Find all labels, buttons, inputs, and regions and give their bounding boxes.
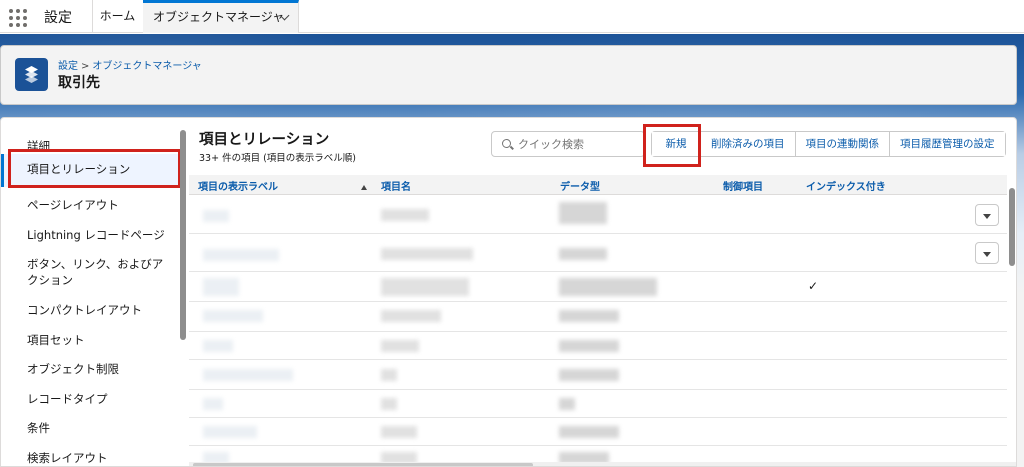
- stack-layers-icon: [15, 58, 48, 91]
- chevron-down-icon: [983, 214, 991, 219]
- table-row[interactable]: [189, 234, 1007, 272]
- field-dependencies-button[interactable]: 項目の連動関係: [795, 132, 890, 156]
- table-scrollbar[interactable]: [1009, 188, 1015, 266]
- sort-ascending-icon[interactable]: [361, 185, 368, 190]
- sidebar-item-compact-layouts[interactable]: コンパクトレイアウト: [1, 302, 179, 318]
- column-header-field-name[interactable]: 項目名: [381, 178, 411, 193]
- sidebar-item-record-types[interactable]: レコードタイプ: [1, 391, 179, 407]
- app-name: 設定: [44, 10, 72, 26]
- breadcrumb-separator: >: [81, 61, 90, 72]
- column-header-indexed[interactable]: インデックス付き: [806, 178, 886, 193]
- sidebar-item-search-layouts[interactable]: 検索レイアウト: [1, 450, 179, 466]
- app-launcher-icon[interactable]: [9, 9, 27, 27]
- table-header: 項目の表示ラベル 項目名 データ型 制御項目 インデックス付き: [189, 175, 1007, 195]
- breadcrumb: 設定 > オブジェクトマネージャ: [58, 57, 202, 72]
- sidebar-item-page-layouts[interactable]: ページレイアウト: [1, 197, 179, 213]
- sidebar-item-conditions[interactable]: 条件: [1, 420, 179, 436]
- fields-content: 項目とリレーション 33+ 件の項目 (項目の表示ラベル順) 新規 削除済みの項…: [189, 118, 1016, 466]
- quick-search[interactable]: [491, 131, 645, 157]
- table-row[interactable]: [189, 418, 1007, 446]
- highlight-box-sidebar: [8, 149, 181, 188]
- row-actions-button[interactable]: [975, 242, 999, 264]
- tab-object-manager-label: オブジェクトマネージャ: [153, 10, 285, 24]
- sidebar-item-lightning-record-pages[interactable]: Lightning レコードページ: [1, 227, 179, 243]
- column-header-data-type[interactable]: データ型: [560, 178, 600, 193]
- page-title: 取引先: [58, 75, 100, 91]
- horizontal-scrollbar[interactable]: [189, 462, 1016, 466]
- tab-object-manager[interactable]: オブジェクトマネージャ: [143, 0, 299, 33]
- chevron-down-icon: [983, 252, 991, 257]
- column-header-controlling-field[interactable]: 制御項目: [723, 178, 763, 193]
- column-header-field-label[interactable]: 項目の表示ラベル: [198, 178, 368, 193]
- horizontal-scrollbar-thumb[interactable]: [193, 463, 533, 466]
- sidebar-scrollbar[interactable]: [180, 130, 186, 340]
- global-nav: 設定 ホーム オブジェクトマネージャ: [0, 0, 1024, 33]
- action-button-group: 新規 削除済みの項目 項目の連動関係 項目履歴管理の設定: [651, 131, 1006, 157]
- section-title: 項目とリレーション: [199, 132, 330, 148]
- search-icon: [502, 139, 511, 148]
- table-row[interactable]: [189, 390, 1007, 418]
- row-actions-button[interactable]: [975, 204, 999, 226]
- tab-home[interactable]: ホーム: [92, 0, 142, 33]
- sidebar-item-buttons-links-actions-cont[interactable]: クション: [1, 272, 179, 288]
- indexed-check-icon: ✓: [808, 279, 819, 293]
- main-panel: 詳細 項目とリレーション ページレイアウト Lightning レコードページ …: [0, 117, 1017, 467]
- table-row[interactable]: [189, 302, 1007, 332]
- highlight-box-new: [643, 124, 701, 167]
- object-header: 設定 > オブジェクトマネージャ 取引先: [0, 45, 1017, 105]
- sidebar-item-buttons-links-actions[interactable]: ボタン、リンク、およびア: [1, 256, 179, 272]
- breadcrumb-setup-link[interactable]: 設定: [58, 61, 78, 72]
- object-sidebar: 詳細 項目とリレーション ページレイアウト Lightning レコードページ …: [1, 118, 189, 466]
- table-row[interactable]: [189, 332, 1007, 360]
- deleted-fields-button[interactable]: 削除済みの項目: [701, 132, 796, 156]
- field-history-tracking-button[interactable]: 項目履歴管理の設定: [890, 132, 1005, 156]
- breadcrumb-object-manager-link[interactable]: オブジェクトマネージャ: [92, 61, 201, 72]
- item-count: 33+ 件の項目 (項目の表示ラベル順): [199, 153, 357, 164]
- sidebar-item-object-limits[interactable]: オブジェクト制限: [1, 361, 179, 377]
- sidebar-item-field-sets[interactable]: 項目セット: [1, 332, 179, 348]
- table-row[interactable]: ✓: [189, 272, 1007, 302]
- table-row[interactable]: [189, 196, 1007, 234]
- table-row[interactable]: [189, 360, 1007, 390]
- quick-search-input[interactable]: [518, 136, 638, 152]
